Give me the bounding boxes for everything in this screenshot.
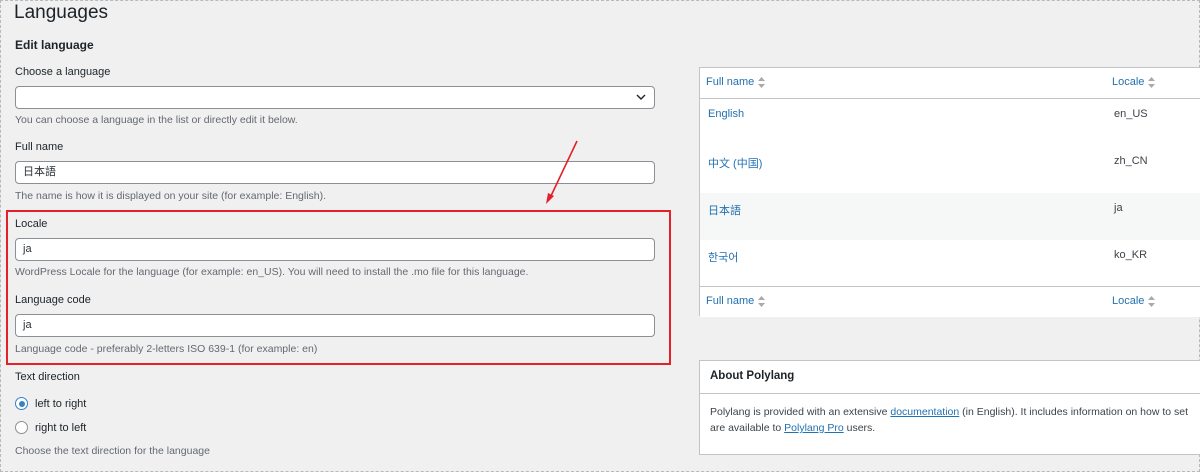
table-header: Full name Locale <box>700 68 1200 99</box>
about-text-segment: users. <box>843 422 876 434</box>
sort-locale-header[interactable]: Locale <box>1112 76 1156 88</box>
language-code-input[interactable]: ja <box>15 314 655 337</box>
locale-input[interactable]: ja <box>15 238 655 261</box>
radio-rtl[interactable]: right to left <box>15 421 86 434</box>
radio-ltr-input[interactable] <box>15 397 28 410</box>
radio-rtl-label: right to left <box>35 421 87 434</box>
sort-icon <box>1148 76 1156 88</box>
about-polylang-box: About Polylang Polylang is provided with… <box>699 360 1200 455</box>
locale-column-label: Locale <box>1112 76 1145 88</box>
language-locale: en_US <box>1114 108 1148 120</box>
sort-icon <box>758 76 766 88</box>
section-title: Edit language <box>15 38 94 52</box>
text-direction-label: Text direction <box>15 371 80 383</box>
page-title: Languages <box>14 2 109 23</box>
language-locale: zh_CN <box>1114 155 1148 167</box>
sort-icon <box>1148 295 1156 307</box>
about-text-segment: are available to <box>710 422 785 434</box>
full-name-column-label: Full name <box>706 295 755 307</box>
table-row: English en_US <box>700 99 1200 146</box>
choose-language-help: You can choose a language in the list or… <box>15 114 298 126</box>
sort-full-name-footer[interactable]: Full name <box>706 295 766 307</box>
about-title: About Polylang <box>700 361 1200 394</box>
languages-table: Full name Locale English en_US 中文 (中国) z… <box>699 67 1200 317</box>
language-locale: ko_KR <box>1114 249 1148 261</box>
sort-icon <box>758 295 766 307</box>
locale-column-label: Locale <box>1112 295 1145 307</box>
radio-ltr-label: left to right <box>35 397 87 410</box>
language-name-link[interactable]: 日本語 <box>708 202 741 218</box>
sort-locale-footer[interactable]: Locale <box>1112 295 1156 307</box>
language-name-link[interactable]: English <box>708 108 744 120</box>
table-footer: Full name Locale <box>700 286 1200 317</box>
choose-language-label: Choose a language <box>15 66 111 78</box>
language-code-label: Language code <box>15 294 91 306</box>
polylang-pro-link[interactable]: Polylang Pro <box>784 422 844 434</box>
about-line-1: Polylang is provided with an extensive d… <box>710 404 1198 420</box>
table-row: 한국어 ko_KR <box>700 240 1200 287</box>
highlight-box <box>6 210 671 365</box>
choose-language-select[interactable] <box>15 86 655 109</box>
table-row: 中文 (中国) zh_CN <box>700 146 1200 193</box>
chevron-down-icon <box>636 94 646 100</box>
sort-full-name-header[interactable]: Full name <box>706 76 766 88</box>
language-name-link[interactable]: 中文 (中国) <box>708 155 762 171</box>
language-locale: ja <box>1114 202 1123 214</box>
radio-ltr[interactable]: left to right <box>15 397 86 410</box>
locale-label: Locale <box>15 218 48 230</box>
radio-rtl-input[interactable] <box>15 421 28 434</box>
table-row: 日本語 ja <box>700 193 1200 240</box>
about-text: Polylang is provided with an extensive d… <box>700 394 1200 446</box>
annotation-arrow <box>546 140 578 204</box>
documentation-link[interactable]: documentation <box>890 406 959 418</box>
full-name-column-label: Full name <box>706 76 755 88</box>
text-direction-help: Choose the text direction for the langua… <box>15 445 210 457</box>
language-name-link[interactable]: 한국어 <box>708 249 738 265</box>
language-code-help: Language code - preferably 2-letters ISO… <box>15 343 318 355</box>
locale-help: WordPress Locale for the language (for e… <box>15 266 529 278</box>
full-name-help: The name is how it is displayed on your … <box>15 190 327 202</box>
full-name-label: Full name <box>15 141 64 153</box>
about-line-2: are available to Polylang Pro users. <box>710 420 1198 436</box>
about-text-segment: (in English). It includes information on… <box>959 406 1189 418</box>
about-text-segment: Polylang is provided with an extensive <box>710 406 891 418</box>
